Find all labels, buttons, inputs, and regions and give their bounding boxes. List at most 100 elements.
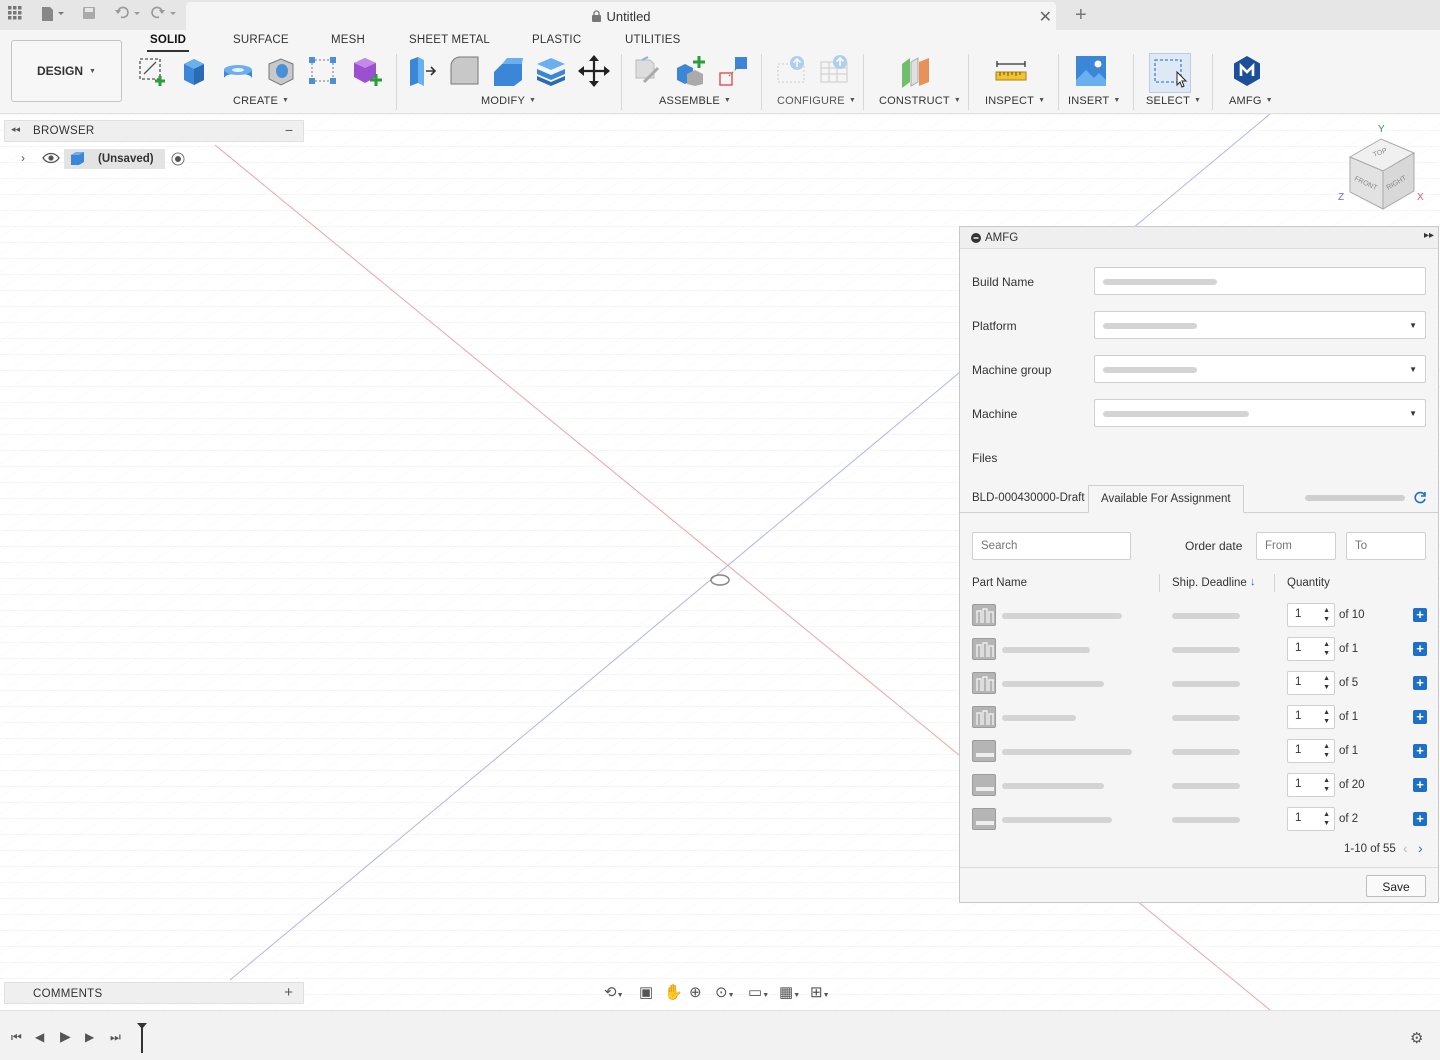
insert-menu[interactable]: INSERT ▼ [1068,95,1120,107]
add-part-button[interactable]: + [1413,744,1427,758]
platform-select[interactable]: ▼ [1094,311,1426,339]
to-date-input[interactable] [1346,532,1426,560]
redo-icon[interactable] [150,6,178,23]
collapse-panel-icon[interactable]: ◂◂ [11,124,20,135]
viewports-icon[interactable]: ⊞▼ [810,983,830,1001]
select-menu[interactable]: SELECT ▼ [1146,95,1201,107]
workspace-switcher[interactable]: DESIGN ▼ [11,40,122,102]
quantity-stepper[interactable]: 1 ▲ ▼ [1287,603,1335,627]
save-button[interactable]: Save [1366,875,1426,897]
from-date-input[interactable] [1256,532,1336,560]
chamfer-icon[interactable] [491,54,525,88]
next-step-icon[interactable]: ▶ [85,1030,94,1044]
build-name-field[interactable] [1094,267,1426,295]
extrude-icon[interactable] [179,54,213,88]
last-step-icon[interactable]: ⏭ [110,1030,121,1045]
assemble-menu[interactable]: ASSEMBLE ▼ [659,95,731,107]
ship-deadline-header[interactable]: Ship. Deadline [1172,577,1247,589]
construct-menu[interactable]: CONSTRUCT ▼ [879,95,961,107]
tab-mesh[interactable]: MESH [331,34,365,46]
display-settings-icon[interactable]: ▭▼ [748,983,769,1001]
tab-build-draft[interactable]: BLD-000430000-Draft [960,485,1097,513]
machine-select[interactable]: ▼ [1094,399,1426,427]
configure-table-icon[interactable] [818,54,852,88]
tab-surface[interactable]: SURFACE [233,34,289,46]
quantity-stepper[interactable]: 1 ▲ ▼ [1287,705,1335,729]
revolve-icon[interactable] [221,54,255,88]
file-menu-icon[interactable] [40,6,66,25]
configure-upload-icon[interactable] [775,54,809,88]
collapse-icon[interactable] [971,233,981,243]
play-icon[interactable]: ▶ [60,1028,71,1045]
zoom-window-icon[interactable]: ⊙▼ [715,983,735,1001]
amfg-menu[interactable]: AMFG ▼ [1229,95,1273,107]
offset-plane-icon[interactable] [899,54,933,88]
inspect-menu[interactable]: INSPECT ▼ [985,95,1045,107]
modify-menu[interactable]: MODIFY ▼ [481,95,536,107]
insert-image-icon[interactable] [1074,54,1108,88]
refresh-icon[interactable] [1413,491,1427,505]
new-tab-icon[interactable]: + [1075,4,1087,27]
chevron-right-icon[interactable]: › [21,151,25,165]
tab-utilities[interactable]: UTILITIES [625,34,680,46]
next-page-icon[interactable]: › [1418,840,1423,856]
first-step-icon[interactable]: ⏮ [11,1030,22,1045]
part-name-header[interactable]: Part Name [972,577,1027,589]
sort-desc-icon[interactable]: ↓ [1250,576,1256,588]
prev-page-icon[interactable]: ‹ [1403,840,1408,856]
quantity-stepper[interactable]: 1 ▲ ▼ [1287,637,1335,661]
configure-menu[interactable]: CONFIGURE ▼ [777,95,856,107]
apps-grid-icon[interactable] [8,6,22,23]
pan-icon[interactable]: ✋ [664,983,683,1001]
undo-icon[interactable] [114,6,142,23]
stepper-arrows-icon[interactable]: ▲ ▼ [1323,742,1330,760]
create-form-icon[interactable] [351,54,385,88]
pattern-icon[interactable] [306,54,340,88]
orbit-icon[interactable]: ⟲▼ [604,983,624,1001]
previous-step-icon[interactable]: ◀ [35,1030,44,1044]
tab-available-for-assignment[interactable]: Available For Assignment [1088,485,1244,513]
tab-solid[interactable]: SOLID [146,34,190,52]
quantity-stepper[interactable]: 1 ▲ ▼ [1287,671,1335,695]
add-part-button[interactable]: + [1413,778,1427,792]
stepper-arrows-icon[interactable]: ▲ ▼ [1323,640,1330,658]
amfg-logo-icon[interactable] [1230,54,1264,88]
as-built-joint-icon[interactable] [717,54,751,88]
gear-icon[interactable]: ⚙ [1410,1029,1423,1047]
stepper-arrows-icon[interactable]: ▲ ▼ [1323,708,1330,726]
add-part-button[interactable]: + [1413,812,1427,826]
save-icon[interactable] [82,6,96,23]
stepper-arrows-icon[interactable]: ▲ ▼ [1323,606,1330,624]
create-menu[interactable]: CREATE ▼ [233,95,289,107]
press-pull-icon[interactable] [405,54,439,88]
eye-icon[interactable] [42,152,60,164]
add-part-button[interactable]: + [1413,710,1427,724]
close-tab-icon[interactable]: ✕ [1039,7,1052,27]
stepper-arrows-icon[interactable]: ▲ ▼ [1323,776,1330,794]
tab-plastic[interactable]: PLASTIC [532,34,581,46]
shell-icon[interactable] [534,54,568,88]
fillet-icon[interactable] [448,54,482,88]
measure-icon[interactable] [994,54,1028,88]
hole-icon[interactable] [264,54,298,88]
add-part-button[interactable]: + [1413,642,1427,656]
move-copy-icon[interactable] [577,54,611,88]
activate-radio-icon[interactable] [171,152,185,166]
search-input[interactable] [972,532,1131,560]
quantity-stepper[interactable]: 1 ▲ ▼ [1287,773,1335,797]
document-tab[interactable]: Untitled ✕ [186,2,1056,30]
quantity-header[interactable]: Quantity [1287,577,1330,589]
create-sketch-icon[interactable] [136,54,170,88]
grid-settings-icon[interactable]: ▦▼ [779,983,800,1001]
joint-icon[interactable] [632,54,666,88]
zoom-icon[interactable]: ⊕ [689,983,702,1001]
machine-group-select[interactable]: ▼ [1094,355,1426,383]
add-part-button[interactable]: + [1413,608,1427,622]
quantity-stepper[interactable]: 1 ▲ ▼ [1287,807,1335,831]
quantity-stepper[interactable]: 1 ▲ ▼ [1287,739,1335,763]
view-cube[interactable]: TOP FRONT RIGHT Y X Z [1334,120,1430,216]
minimize-icon[interactable]: − [285,122,293,138]
tab-sheet-metal[interactable]: SHEET METAL [409,34,490,46]
stepper-arrows-icon[interactable]: ▲ ▼ [1323,810,1330,828]
new-component-icon[interactable] [674,54,708,88]
